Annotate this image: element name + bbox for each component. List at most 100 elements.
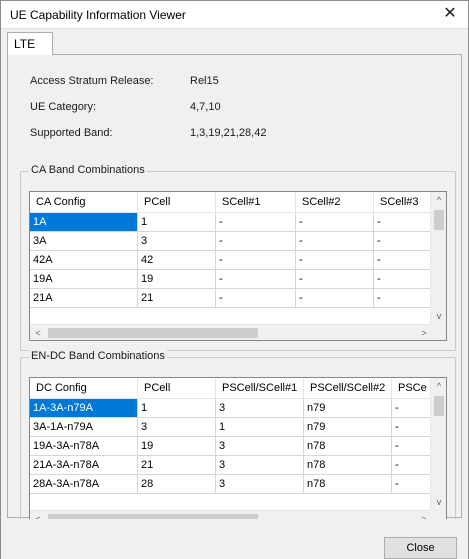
ca-horizontal-scrollbar[interactable]: < > bbox=[30, 324, 432, 340]
ue-category-value: 4,7,10 bbox=[190, 101, 221, 113]
table-cell[interactable]: n79 bbox=[304, 399, 392, 418]
table-cell[interactable]: - bbox=[392, 456, 432, 475]
endc-header-row: DC Config PCell PSCell/SCell#1 PSCell/SC… bbox=[30, 378, 432, 399]
table-cell[interactable]: 3 bbox=[216, 437, 304, 456]
table-cell[interactable]: - bbox=[392, 475, 432, 494]
ca-vertical-scrollbar[interactable]: ^ v bbox=[430, 192, 446, 324]
scroll-down-icon[interactable]: v bbox=[431, 494, 446, 510]
tab-lte[interactable]: LTE bbox=[7, 32, 53, 55]
table-cell[interactable]: n78 bbox=[304, 456, 392, 475]
table-cell[interactable]: 21A bbox=[30, 289, 138, 308]
ca-col-header[interactable]: CA Config bbox=[30, 192, 138, 213]
ca-band-grid[interactable]: CA Config PCell SCell#1 SCell#2 SCell#3 … bbox=[29, 191, 447, 341]
table-row[interactable]: 1A-3A-n79A 1 3 n79 - bbox=[30, 399, 432, 418]
ue-category-label: UE Category: bbox=[30, 101, 97, 113]
endc-vertical-scroll-thumb[interactable] bbox=[434, 396, 444, 416]
table-cell[interactable]: - bbox=[216, 251, 296, 270]
dialog-footer: Close bbox=[1, 519, 468, 559]
scrollbar-corner bbox=[430, 324, 446, 340]
table-cell[interactable]: 19A-3A-n78A bbox=[30, 437, 138, 456]
table-cell[interactable]: 21A-3A-n78A bbox=[30, 456, 138, 475]
endc-col-header[interactable]: PCell bbox=[138, 378, 216, 399]
ca-band-title: CA Band Combinations bbox=[29, 164, 147, 176]
table-cell[interactable]: 1 bbox=[138, 399, 216, 418]
table-cell[interactable]: 28A-3A-n78A bbox=[30, 475, 138, 494]
table-cell[interactable]: 1 bbox=[138, 213, 216, 232]
ca-horizontal-scroll-thumb[interactable] bbox=[48, 328, 258, 338]
table-cell[interactable]: 19 bbox=[138, 437, 216, 456]
table-cell[interactable]: 19 bbox=[138, 270, 216, 289]
scroll-left-icon[interactable]: < bbox=[30, 325, 46, 340]
table-row[interactable]: 19A 19 - - - bbox=[30, 270, 432, 289]
ca-col-header[interactable]: PCell bbox=[138, 192, 216, 213]
table-cell[interactable]: 3A bbox=[30, 232, 138, 251]
close-icon[interactable]: ✕ bbox=[438, 3, 462, 25]
endc-col-header[interactable]: PSCe bbox=[392, 378, 432, 399]
table-cell[interactable]: - bbox=[296, 213, 374, 232]
table-cell[interactable]: 1 bbox=[216, 418, 304, 437]
table-cell[interactable]: - bbox=[296, 270, 374, 289]
scroll-up-icon[interactable]: ^ bbox=[431, 192, 446, 208]
endc-col-header[interactable]: PSCell/SCell#2 bbox=[304, 378, 392, 399]
table-cell[interactable]: 3 bbox=[138, 418, 216, 437]
ue-capability-window: UE Capability Information Viewer ✕ LTE A… bbox=[0, 0, 469, 559]
table-row[interactable]: 3A-1A-n79A 3 1 n79 - bbox=[30, 418, 432, 437]
table-cell[interactable]: 3A-1A-n79A bbox=[30, 418, 138, 437]
table-cell[interactable]: 42A bbox=[30, 251, 138, 270]
endc-col-header[interactable]: DC Config bbox=[30, 378, 138, 399]
table-cell[interactable]: - bbox=[392, 437, 432, 456]
table-cell[interactable]: - bbox=[296, 232, 374, 251]
table-cell[interactable]: - bbox=[216, 289, 296, 308]
table-cell[interactable]: 3 bbox=[138, 232, 216, 251]
scroll-up-icon[interactable]: ^ bbox=[431, 378, 446, 394]
table-cell[interactable]: - bbox=[374, 289, 432, 308]
window-title: UE Capability Information Viewer bbox=[10, 8, 186, 22]
endc-band-groupbox: EN-DC Band Combinations DC Config PCell … bbox=[20, 350, 456, 537]
endc-band-grid[interactable]: DC Config PCell PSCell/SCell#1 PSCell/SC… bbox=[29, 377, 447, 527]
table-cell[interactable]: 28 bbox=[138, 475, 216, 494]
table-row[interactable]: 3A 3 - - - bbox=[30, 232, 432, 251]
ca-col-header[interactable]: SCell#3 bbox=[374, 192, 432, 213]
table-cell[interactable]: 1A-3A-n79A bbox=[30, 399, 138, 418]
lte-tab-panel: Access Stratum Release: Rel15 UE Categor… bbox=[7, 54, 462, 537]
supported-band-value: 1,3,19,21,28,42 bbox=[190, 127, 267, 139]
table-cell[interactable]: 19A bbox=[30, 270, 138, 289]
close-button[interactable]: Close bbox=[384, 537, 457, 559]
table-cell[interactable]: 21 bbox=[138, 456, 216, 475]
table-row[interactable]: 21A 21 - - - bbox=[30, 289, 432, 308]
table-row[interactable]: 28A-3A-n78A 28 3 n78 - bbox=[30, 475, 432, 494]
table-cell[interactable]: - bbox=[374, 270, 432, 289]
table-cell[interactable]: n78 bbox=[304, 437, 392, 456]
ca-vertical-scroll-thumb[interactable] bbox=[434, 210, 444, 230]
endc-band-title: EN-DC Band Combinations bbox=[29, 350, 167, 362]
table-cell[interactable]: 1A bbox=[30, 213, 138, 232]
table-cell[interactable]: - bbox=[374, 232, 432, 251]
table-cell[interactable]: 3 bbox=[216, 475, 304, 494]
table-cell[interactable]: 3 bbox=[216, 456, 304, 475]
endc-col-header[interactable]: PSCell/SCell#1 bbox=[216, 378, 304, 399]
table-cell[interactable]: n78 bbox=[304, 475, 392, 494]
table-cell[interactable]: - bbox=[392, 418, 432, 437]
table-cell[interactable]: - bbox=[374, 251, 432, 270]
table-row[interactable]: 1A 1 - - - bbox=[30, 213, 432, 232]
table-cell[interactable]: 42 bbox=[138, 251, 216, 270]
ca-col-header[interactable]: SCell#2 bbox=[296, 192, 374, 213]
table-row[interactable]: 19A-3A-n78A 19 3 n78 - bbox=[30, 437, 432, 456]
ca-col-header[interactable]: SCell#1 bbox=[216, 192, 296, 213]
table-cell[interactable]: - bbox=[374, 213, 432, 232]
access-stratum-value: Rel15 bbox=[190, 75, 219, 87]
table-cell[interactable]: - bbox=[216, 232, 296, 251]
endc-vertical-scrollbar[interactable]: ^ v bbox=[430, 378, 446, 510]
table-cell[interactable]: - bbox=[216, 213, 296, 232]
ca-header-row: CA Config PCell SCell#1 SCell#2 SCell#3 bbox=[30, 192, 432, 213]
table-cell[interactable]: n79 bbox=[304, 418, 392, 437]
table-cell[interactable]: - bbox=[216, 270, 296, 289]
table-cell[interactable]: 3 bbox=[216, 399, 304, 418]
table-cell[interactable]: 21 bbox=[138, 289, 216, 308]
table-cell[interactable]: - bbox=[392, 399, 432, 418]
table-cell[interactable]: - bbox=[296, 289, 374, 308]
scroll-down-icon[interactable]: v bbox=[431, 308, 446, 324]
table-cell[interactable]: - bbox=[296, 251, 374, 270]
table-row[interactable]: 42A 42 - - - bbox=[30, 251, 432, 270]
table-row[interactable]: 21A-3A-n78A 21 3 n78 - bbox=[30, 456, 432, 475]
